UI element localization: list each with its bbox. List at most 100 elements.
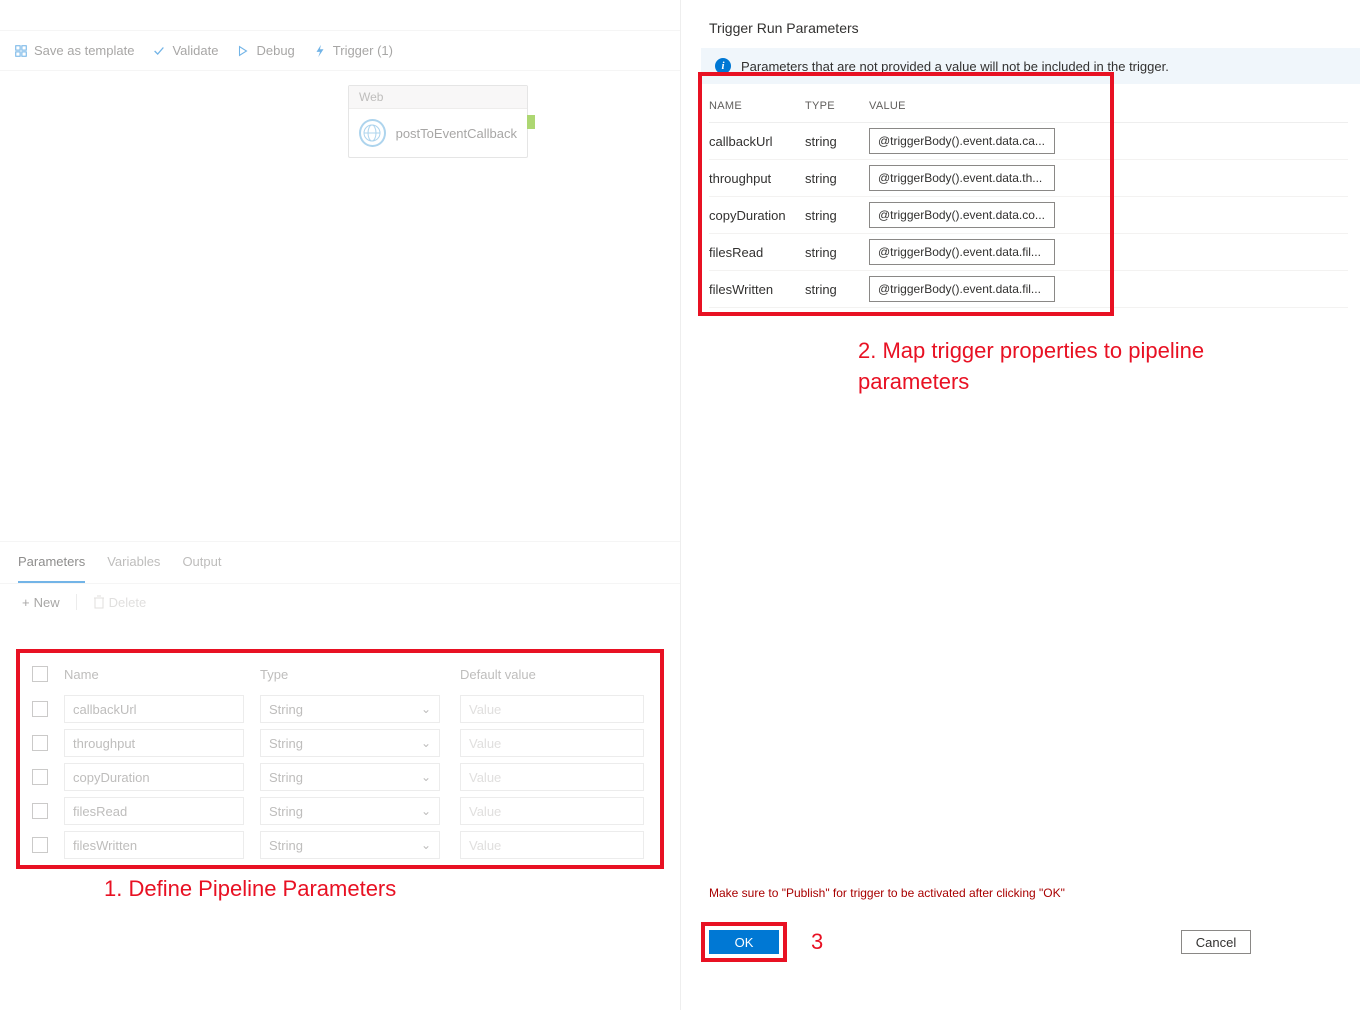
param-name-input[interactable] [64,763,244,791]
node-header: Web [349,86,527,109]
trigger-param-value-input[interactable] [869,128,1055,154]
activity-node[interactable]: Web postToEventCallback [348,85,528,158]
debug-button[interactable]: Debug [236,43,294,58]
param-default-input[interactable] [460,763,644,791]
param-default-input[interactable] [460,831,644,859]
select-all-checkbox[interactable] [32,666,48,682]
param-name-input[interactable] [64,729,244,757]
pipeline-canvas[interactable]: Web postToEventCallback [0,71,680,541]
header-type: Type [260,667,460,682]
trigger-param-value-input[interactable] [869,239,1055,265]
param-row: String⌄ [24,726,656,760]
trigger-row: filesWrittenstring [709,271,1348,308]
param-name-input[interactable] [64,695,244,723]
trigger-label: Trigger (1) [333,43,393,58]
param-name-input[interactable] [64,831,244,859]
chevron-down-icon: ⌄ [421,770,431,784]
th-type: TYPE [805,100,869,112]
globe-icon [359,119,386,147]
node-body: postToEventCallback [349,109,527,157]
trigger-header-row: NAME TYPE VALUE [709,90,1348,123]
chevron-down-icon: ⌄ [421,702,431,716]
cancel-button[interactable]: Cancel [1181,930,1251,954]
row-checkbox[interactable] [32,803,48,819]
row-checkbox[interactable] [32,837,48,853]
header-name: Name [64,667,260,682]
check-icon [152,44,166,58]
trigger-param-type: string [805,134,869,149]
header-default: Default value [460,667,648,682]
node-label: postToEventCallback [396,126,517,141]
trigger-param-name: copyDuration [709,208,805,223]
delete-label: Delete [109,595,147,610]
trash-icon [93,595,105,609]
trigger-param-name: filesWritten [709,282,805,297]
trigger-button[interactable]: Trigger (1) [313,43,393,58]
validate-label: Validate [172,43,218,58]
param-name-input[interactable] [64,797,244,825]
param-type-select[interactable]: String⌄ [260,729,440,757]
save-template-label: Save as template [34,43,134,58]
param-type-select[interactable]: String⌄ [260,831,440,859]
trigger-row: callbackUrlstring [709,123,1348,160]
annotation-2: 2. Map trigger properties to pipeline pa… [858,336,1208,398]
trigger-row: throughputstring [709,160,1348,197]
row-checkbox[interactable] [32,701,48,717]
trigger-param-value-input[interactable] [869,165,1055,191]
parameters-table: Name Type Default value String⌄ String⌄ St… [24,658,656,862]
toolbar: Save as template Validate Debug Trigger … [0,30,680,71]
param-row: String⌄ [24,794,656,828]
plus-icon: + [22,595,30,610]
divider [76,594,77,610]
annotation-box-3: OK [701,922,787,962]
footer-buttons: OK 3 Cancel [701,922,1341,962]
param-default-input[interactable] [460,695,644,723]
trigger-param-name: callbackUrl [709,134,805,149]
param-header-row: Name Type Default value [24,658,656,692]
trigger-param-value-input[interactable] [869,202,1055,228]
tab-parameters[interactable]: Parameters [18,542,85,583]
param-row: String⌄ [24,760,656,794]
param-type-select[interactable]: String⌄ [260,797,440,825]
trigger-param-name: filesRead [709,245,805,260]
save-template-icon [14,44,28,58]
debug-label: Debug [256,43,294,58]
trigger-param-type: string [805,245,869,260]
param-row: String⌄ [24,692,656,726]
param-default-input[interactable] [460,729,644,757]
th-name: NAME [709,100,805,112]
annotation-3: 3 [811,929,823,955]
lightning-icon [313,44,327,58]
param-type-select[interactable]: String⌄ [260,763,440,791]
play-icon [236,44,250,58]
chevron-down-icon: ⌄ [421,736,431,750]
info-text: Parameters that are not provided a value… [741,59,1169,74]
trigger-row: filesReadstring [709,234,1348,271]
chevron-down-icon: ⌄ [421,804,431,818]
trigger-param-name: throughput [709,171,805,186]
th-value: VALUE [869,100,1348,112]
param-row: String⌄ [24,828,656,862]
bottom-tabs: Parameters Variables Output [0,541,680,584]
row-checkbox[interactable] [32,735,48,751]
validate-button[interactable]: Validate [152,43,218,58]
delete-parameter-button[interactable]: Delete [93,595,147,610]
tab-output[interactable]: Output [182,542,221,583]
annotation-1: 1. Define Pipeline Parameters [104,876,396,902]
param-type-select[interactable]: String⌄ [260,695,440,723]
row-checkbox[interactable] [32,769,48,785]
save-template-button[interactable]: Save as template [14,43,134,58]
trigger-row: copyDurationstring [709,197,1348,234]
trigger-params-table: NAME TYPE VALUE callbackUrlstringthrough… [709,90,1348,308]
trigger-param-type: string [805,282,869,297]
info-icon: i [715,58,731,74]
ok-button[interactable]: OK [709,930,779,954]
right-pane: Trigger Run Parameters i Parameters that… [680,0,1368,1010]
tab-variables[interactable]: Variables [107,542,160,583]
new-parameter-button[interactable]: + New [22,595,60,610]
trigger-param-type: string [805,171,869,186]
trigger-param-value-input[interactable] [869,276,1055,302]
param-default-input[interactable] [460,797,644,825]
node-success-handle[interactable] [527,115,535,129]
trigger-param-type: string [805,208,869,223]
